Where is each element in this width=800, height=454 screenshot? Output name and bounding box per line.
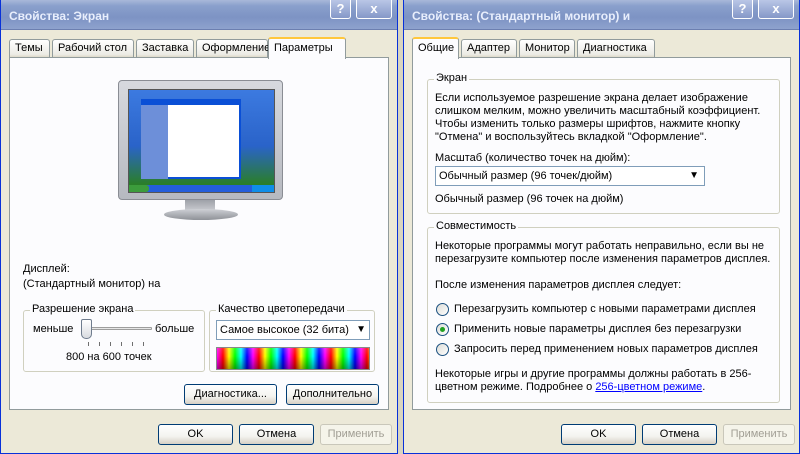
slider-tick	[132, 342, 133, 346]
preview-tray	[252, 185, 274, 192]
ask-before-apply-label[interactable]: Запросить перед применением новых параме…	[454, 343, 758, 356]
apply-without-restart-radio[interactable]	[436, 323, 449, 336]
window-title: Свойства: Экран	[9, 9, 110, 23]
compatibility-group: Совместимость Некоторые программы могут …	[427, 220, 780, 403]
display-value: (Стандартный монитор) на	[23, 278, 161, 290]
restart-radio[interactable]	[436, 303, 449, 316]
resolution-group: Разрешение экрана меньше больше 800 на 6…	[23, 303, 205, 372]
ask-before-apply-radio[interactable]	[436, 343, 449, 356]
tab-monitor[interactable]: Монитор	[519, 39, 575, 58]
close-button[interactable]: x	[356, 0, 392, 19]
slider-tick	[88, 342, 89, 346]
cancel-button[interactable]: Отмена	[239, 424, 314, 445]
display-properties-window: Свойства: Экран ? x Темы Рабочий стол За…	[0, 0, 398, 454]
resolution-more-label: больше	[155, 323, 195, 335]
title-bar[interactable]: Свойства: (Стандартный монитор) и ? x	[404, 0, 799, 30]
display-label: Дисплей:	[23, 263, 70, 275]
preview-window-sidebar	[141, 105, 168, 179]
ok-button[interactable]: OK	[561, 424, 636, 445]
tab-themes[interactable]: Темы	[9, 39, 50, 58]
title-bar[interactable]: Свойства: Экран ? x	[1, 0, 397, 30]
tab-diagnostics[interactable]: Диагностика	[577, 39, 655, 58]
chevron-down-icon: ▼	[689, 170, 699, 181]
resolution-slider-thumb[interactable]	[81, 319, 92, 339]
help-button[interactable]: ?	[330, 0, 351, 19]
monitor-bezel	[118, 80, 283, 200]
resolution-less-label: меньше	[33, 323, 74, 335]
scale-label: Масштаб (количество точек на дюйм):	[435, 152, 631, 164]
screen-group-label: Экран	[434, 72, 470, 84]
after-change-label: После изменения параметров дисплея следу…	[435, 279, 682, 291]
dpi-scale-select[interactable]: Обычный размер (96 точек/дюйм) ▼	[435, 166, 705, 186]
256-color-note: Некоторые игры и другие программы должны…	[435, 368, 775, 394]
monitor-stand	[164, 209, 238, 220]
help-button[interactable]: ?	[732, 0, 753, 19]
cancel-button[interactable]: Отмена	[642, 424, 717, 445]
close-button[interactable]: x	[758, 0, 794, 19]
slider-tick	[121, 342, 122, 346]
monitor-preview	[118, 80, 283, 240]
resolution-slider-track[interactable]	[84, 327, 152, 330]
screen-description: Если используемое разрешение экрана дела…	[435, 92, 761, 143]
preview-start-button	[129, 185, 149, 192]
slider-tick	[110, 342, 111, 346]
screen-preview	[128, 89, 275, 193]
diagnostics-button[interactable]: Диагностика...	[184, 384, 277, 405]
color-spectrum-preview	[216, 347, 370, 370]
tab-desktop[interactable]: Рабочий стол	[52, 39, 134, 58]
apply-button[interactable]: Применить	[723, 424, 795, 445]
tab-adapter[interactable]: Адаптер	[461, 39, 517, 58]
tab-general[interactable]: Общие	[412, 37, 459, 59]
tab-appearance[interactable]: Оформление	[196, 39, 270, 58]
color-quality-select[interactable]: Самое высокое (32 бита) ▼	[216, 320, 370, 340]
slider-tick	[143, 342, 144, 346]
apply-button[interactable]: Применить	[320, 424, 392, 445]
window-title: Свойства: (Стандартный монитор) и	[412, 9, 631, 23]
chevron-down-icon: ▼	[356, 324, 366, 335]
color-quality-group: Качество цветопередачи Самое высокое (32…	[209, 303, 375, 372]
tab-screensaver[interactable]: Заставка	[136, 39, 194, 58]
general-panel: Экран Если используемое разрешение экран…	[412, 57, 791, 410]
256-color-mode-link[interactable]: 256-цветном режиме	[595, 381, 702, 393]
advanced-button[interactable]: Дополнительно	[286, 384, 379, 405]
dpi-scale-value: Обычный размер (96 точек/дюйм)	[439, 170, 613, 182]
slider-tick	[99, 342, 100, 346]
scale-note: Обычный размер (96 точек на дюйм)	[435, 193, 624, 205]
screen-group: Экран Если используемое разрешение экран…	[427, 72, 780, 214]
apply-without-restart-label[interactable]: Применить новые параметры дисплея без пе…	[454, 323, 741, 336]
color-quality-group-label: Качество цветопередачи	[216, 303, 347, 315]
256-color-note-suffix: .	[702, 381, 706, 393]
ok-button[interactable]: OK	[158, 424, 233, 445]
monitor-properties-window: Свойства: (Стандартный монитор) и ? x Об…	[403, 0, 800, 454]
settings-panel: Дисплей: (Стандартный монитор) на Разреш…	[9, 57, 389, 410]
color-quality-value: Самое высокое (32 бита)	[220, 324, 349, 336]
restart-option-label[interactable]: Перезагрузить компьютер с новыми парамет…	[454, 303, 756, 316]
compatibility-group-label: Совместимость	[434, 220, 519, 232]
resolution-value: 800 на 600 точек	[66, 351, 152, 363]
resolution-group-label: Разрешение экрана	[30, 303, 136, 315]
compatibility-description: Некоторые программы могут работать непра…	[435, 240, 771, 265]
tab-settings[interactable]: Параметры	[268, 37, 346, 59]
